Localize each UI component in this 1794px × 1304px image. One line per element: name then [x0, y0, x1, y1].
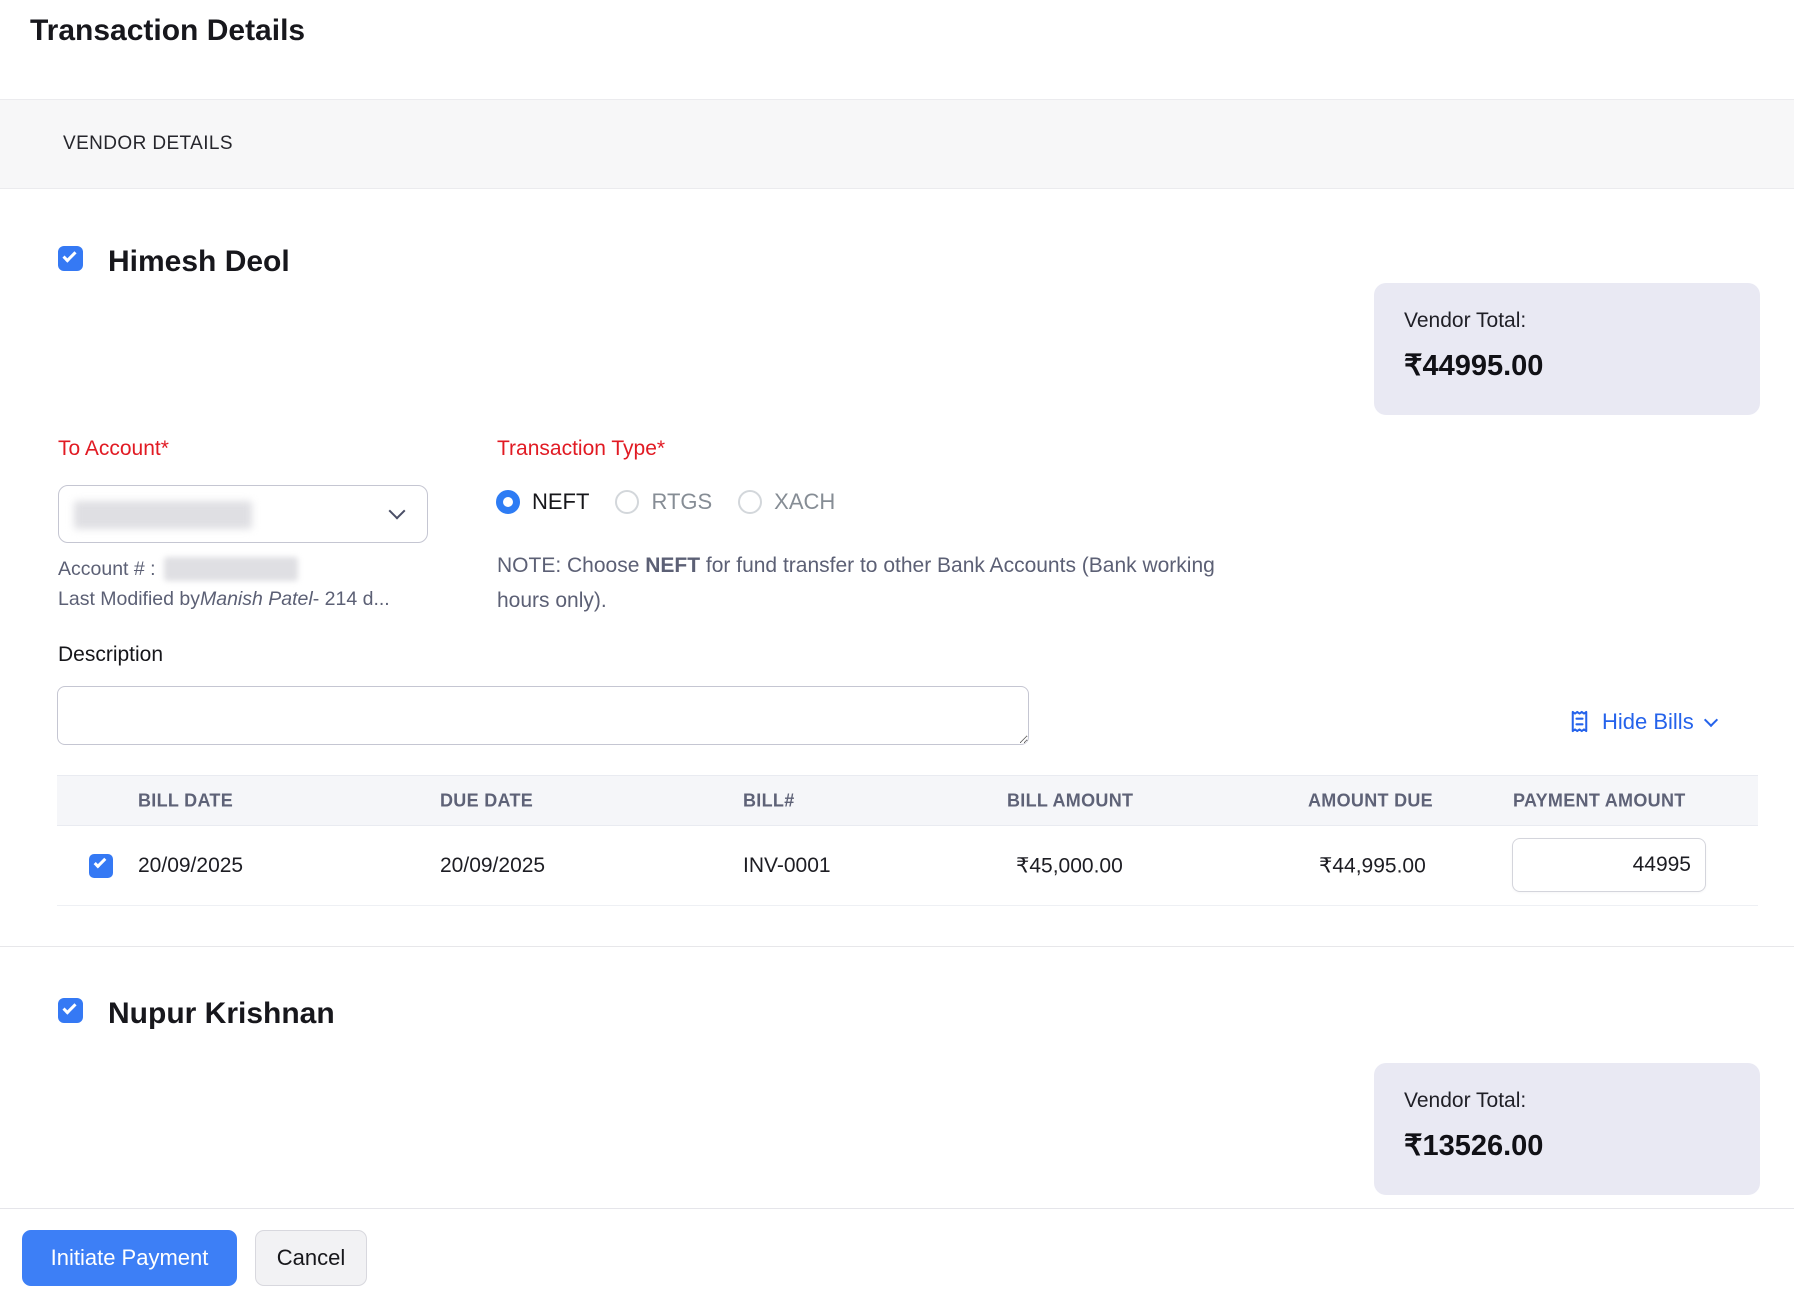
vendor1-total-label: Vendor Total:	[1404, 309, 1730, 333]
page-title: Transaction Details	[30, 14, 305, 48]
payment-amount-input[interactable]	[1512, 838, 1706, 892]
account-number-line: Account # :	[58, 557, 298, 581]
vendor2-checkbox[interactable]	[58, 998, 83, 1023]
checkmark-icon	[62, 248, 76, 262]
note-prefix: NOTE: Choose	[497, 554, 645, 577]
vendor1-total-card: Vendor Total: ₹44995.00	[1374, 283, 1760, 415]
bills-table-header: BILL DATE DUE DATE BILL# BILL AMOUNT AMO…	[57, 775, 1758, 826]
receipt-icon	[1566, 708, 1593, 735]
last-modified-prefix: Last Modified by	[58, 588, 200, 611]
vendor-details-section-band: VENDOR DETAILS	[0, 99, 1794, 189]
to-account-label: To Account*	[58, 437, 169, 461]
cell-bill-amount: ₹45,000.00	[1016, 853, 1123, 878]
checkmark-icon	[62, 1000, 76, 1014]
section-header-label: VENDOR DETAILS	[63, 133, 233, 155]
last-modified-line: Last Modified by Manish Patel - 214 d...	[58, 588, 390, 611]
footer-action-bar: Initiate Payment Cancel	[0, 1208, 1794, 1304]
radio-rtgs[interactable]	[615, 490, 639, 514]
radio-rtgs-label: RTGS	[651, 489, 712, 515]
to-account-select[interactable]	[58, 485, 428, 543]
description-input[interactable]	[57, 686, 1029, 745]
description-label: Description	[58, 643, 163, 667]
last-modified-suffix: - 214 d...	[313, 588, 390, 611]
redacted-account-number	[164, 557, 298, 581]
transaction-type-label: Transaction Type*	[497, 437, 665, 461]
col-bill-date: BILL DATE	[138, 790, 233, 811]
vendor2-name: Nupur Krishnan	[108, 997, 335, 1031]
transaction-type-note: NOTE: Choose NEFT for fund transfer to o…	[497, 548, 1242, 618]
transaction-type-radio-group: NEFT RTGS XACH	[496, 489, 861, 515]
redacted-account-name	[74, 501, 252, 529]
cell-bill-date: 20/09/2025	[138, 854, 243, 878]
col-payment-amount: PAYMENT AMOUNT	[1513, 790, 1686, 811]
col-bill-amount: BILL AMOUNT	[1007, 790, 1133, 811]
note-bold: NEFT	[645, 554, 700, 577]
checkmark-icon	[94, 856, 107, 869]
chevron-down-icon	[1704, 712, 1718, 726]
vendor2-total-label: Vendor Total:	[1404, 1089, 1730, 1113]
col-due-date: DUE DATE	[440, 790, 533, 811]
hide-bills-label: Hide Bills	[1602, 709, 1694, 735]
last-modified-name: Manish Patel	[200, 588, 313, 611]
account-number-label: Account # :	[58, 558, 156, 581]
cell-amount-due: ₹44,995.00	[1319, 853, 1426, 878]
hide-bills-button[interactable]: Hide Bills	[1566, 708, 1716, 735]
initiate-payment-button[interactable]: Initiate Payment	[22, 1230, 237, 1286]
vendor-section-divider	[0, 946, 1794, 947]
transaction-details-page: Transaction Details VENDOR DETAILS Himes…	[0, 0, 1794, 1304]
vendor2-total-value: ₹13526.00	[1404, 1128, 1730, 1163]
col-amount-due: AMOUNT DUE	[1308, 790, 1433, 811]
radio-xach-label: XACH	[774, 489, 835, 515]
bill-table-row: 20/09/2025 20/09/2025 INV-0001 ₹45,000.0…	[57, 826, 1758, 906]
cell-due-date: 20/09/2025	[440, 854, 545, 878]
vendor2-total-card: Vendor Total: ₹13526.00	[1374, 1063, 1760, 1195]
radio-xach[interactable]	[738, 490, 762, 514]
cell-bill-no: INV-0001	[743, 854, 831, 878]
radio-neft-label: NEFT	[532, 489, 589, 515]
cancel-button[interactable]: Cancel	[255, 1230, 367, 1286]
col-bill-no: BILL#	[743, 790, 795, 811]
radio-neft[interactable]	[496, 490, 520, 514]
chevron-down-icon	[389, 503, 406, 520]
vendor1-name: Himesh Deol	[108, 245, 290, 279]
vendor1-checkbox[interactable]	[58, 246, 83, 271]
bill-row-checkbox[interactable]	[89, 854, 113, 878]
vendor1-total-value: ₹44995.00	[1404, 348, 1730, 383]
